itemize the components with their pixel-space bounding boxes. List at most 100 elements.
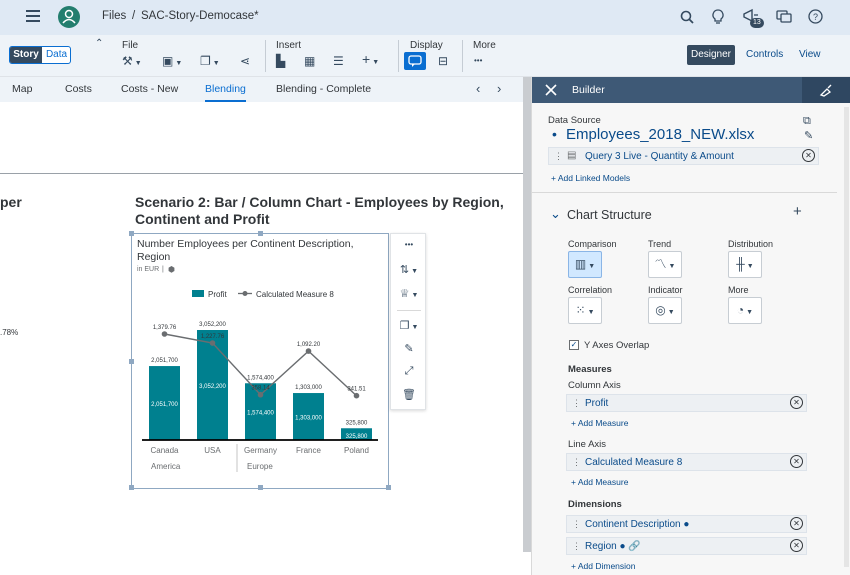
data-mode-button[interactable]: Data — [42, 47, 70, 63]
dimension-label: Region ● 🔗 — [585, 541, 641, 552]
edit-source-icon[interactable]: ✎ — [804, 129, 813, 142]
resize-handle[interactable] — [129, 485, 134, 490]
tab-scroll-left-icon[interactable]: ‹ — [476, 81, 480, 96]
scenario-title-line1: Scenario 2: Bar / Column Chart - Employe… — [135, 194, 504, 210]
bar-value-label: 3,052,200 — [199, 322, 226, 328]
canvas-scrollbar[interactable] — [523, 77, 531, 552]
more-chart-button[interactable]: ◔ ▼ — [728, 297, 762, 324]
query-token[interactable]: ⋮ ▤ Query 3 Live - Quantity & Amount ✕ — [548, 147, 819, 165]
line-point-poland — [353, 392, 360, 399]
share-icon[interactable]: ⋖ — [240, 54, 250, 68]
tab-costs[interactable]: Costs — [65, 83, 92, 95]
line-axis-token[interactable]: ⋮ Calculated Measure 8 ✕ — [566, 453, 807, 471]
dimension-token-region[interactable]: ⋮ Region ● 🔗 ✕ — [566, 537, 807, 555]
y-axes-overlap-checkbox[interactable]: ✓ — [569, 340, 579, 350]
column-axis-value: Profit — [585, 398, 609, 409]
chart-structure-heading[interactable]: Chart Structure — [567, 208, 652, 222]
resize-handle[interactable] — [386, 485, 391, 490]
story-title: SAC-Story-Democase* — [141, 10, 259, 22]
add-structure-icon[interactable]: + — [793, 203, 802, 220]
drag-handle-icon[interactable]: ⋮ — [572, 519, 581, 530]
category-correlation-label: Correlation — [568, 285, 613, 295]
delete-icon[interactable]: 🗑 — [391, 388, 427, 401]
dimension-label: Continent Description ● — [585, 519, 690, 530]
linked-models-icon[interactable]: ⧉ — [803, 115, 811, 128]
line-value-label: 341.51 — [347, 387, 366, 393]
drag-handle-icon[interactable]: ⋮ — [572, 541, 581, 552]
view-button[interactable]: View — [799, 49, 821, 60]
tab-blending-complete[interactable]: Blending - Complete — [276, 83, 371, 95]
remove-dimension-icon[interactable]: ✕ — [790, 539, 803, 552]
remove-measure-icon[interactable]: ✕ — [790, 396, 803, 409]
lightbulb-icon[interactable] — [712, 9, 724, 25]
section-divider — [0, 173, 523, 174]
drag-handle-icon[interactable]: ⋮ — [572, 398, 581, 409]
tab-costs-new[interactable]: Costs - New — [121, 83, 178, 95]
left-widget-value-fragment: .78% — [0, 328, 19, 337]
insert-filter-icon[interactable]: ☰ — [333, 54, 344, 68]
notifications-button[interactable]: 13 — [742, 8, 766, 30]
resize-handle[interactable] — [129, 359, 134, 364]
save-icon[interactable]: ▣ ▼ — [162, 54, 182, 68]
resize-handle[interactable] — [129, 231, 134, 236]
comparison-chart-button[interactable]: ▥ ▼ — [568, 251, 602, 278]
story-mode-button[interactable]: Story — [10, 47, 42, 63]
legend-label-profit: Profit — [208, 290, 227, 299]
column-axis-token[interactable]: ⋮ Profit ✕ — [566, 394, 807, 412]
chat-icon[interactable] — [776, 10, 792, 24]
copy-widget-icon[interactable]: ❐ ▼ — [391, 319, 427, 332]
widget-unit: in EUR — [137, 266, 160, 273]
tab-map[interactable]: Map — [12, 83, 32, 95]
sort-icon[interactable]: ⇅ ▼ — [391, 263, 427, 276]
controls-button[interactable]: Controls — [746, 49, 783, 60]
builder-scrollbar[interactable] — [844, 107, 849, 567]
resize-handle[interactable] — [258, 231, 263, 236]
add-comment-icon[interactable]: ✎ — [391, 342, 427, 355]
bar-inner-label: 1,574,400 — [247, 411, 274, 417]
page-tab-bar: Map Costs Costs - New Blending Blending … — [0, 77, 531, 102]
plus-icon: + — [551, 173, 558, 183]
add-measure-link[interactable]: + Add Measure — [571, 477, 628, 487]
distribution-chart-button[interactable]: ╫ ▼ — [728, 251, 762, 278]
hamburger-icon[interactable] — [26, 10, 40, 22]
data-source-name[interactable]: Employees_2018_NEW.xlsx — [566, 126, 754, 143]
more-actions-icon[interactable]: ••• — [391, 240, 427, 249]
add-dimension-link[interactable]: + Add Dimension — [571, 561, 636, 571]
drag-handle-icon[interactable]: ⋮ — [554, 151, 563, 162]
widget-title-line2: Region — [137, 251, 171, 263]
insert-chart-icon[interactable]: ▙ — [276, 54, 285, 68]
remove-measure-icon[interactable]: ✕ — [790, 455, 803, 468]
remove-query-icon[interactable]: ✕ — [802, 149, 815, 162]
fullscreen-icon[interactable]: ⤢ — [391, 365, 427, 378]
files-link[interactable]: Files — [102, 10, 126, 22]
search-icon[interactable] — [680, 10, 694, 24]
drag-handle-icon[interactable]: ⋮ — [572, 457, 581, 468]
collapse-toolbar-icon[interactable]: ⌃ — [95, 38, 103, 49]
ranking-icon[interactable]: ♕ ▼ — [391, 287, 427, 300]
designer-button[interactable]: Designer — [687, 45, 735, 65]
tab-blending[interactable]: Blending — [205, 83, 246, 102]
collapse-chevron-icon[interactable]: ⌄ — [550, 206, 561, 222]
tools-icon[interactable]: ⚒ ▼ — [122, 54, 142, 68]
layout-icon[interactable]: ⊟ — [438, 54, 448, 68]
help-icon[interactable]: ? — [808, 9, 823, 24]
tab-scroll-right-icon[interactable]: › — [497, 81, 501, 96]
trend-chart-button[interactable]: 〽 ▼ — [648, 251, 682, 278]
line-axis-value: Calculated Measure 8 — [585, 457, 683, 468]
dimension-token-continent[interactable]: ⋮ Continent Description ● ✕ — [566, 515, 807, 533]
user-avatar[interactable] — [58, 6, 80, 28]
add-linked-models-link[interactable]: + Add Linked Models — [551, 173, 630, 183]
remove-dimension-icon[interactable]: ✕ — [790, 517, 803, 530]
copy-icon[interactable]: ❐ ▼ — [200, 54, 220, 68]
resize-handle[interactable] — [258, 485, 263, 490]
chart-widget[interactable]: Number Employees per Continent Descripti… — [129, 231, 391, 490]
more-options-icon[interactable]: ••• — [474, 56, 482, 65]
add-measure-link[interactable]: + Add Measure — [571, 418, 628, 428]
widget-title-line1: Number Employees per Continent Descripti… — [137, 238, 354, 250]
styling-tab[interactable] — [802, 77, 850, 103]
indicator-chart-button[interactable]: ◎ ▼ — [648, 297, 682, 324]
correlation-chart-button[interactable]: ⁙ ▼ — [568, 297, 602, 324]
insert-table-icon[interactable]: ▦ — [304, 54, 315, 68]
insert-more-icon[interactable]: + ▼ — [362, 51, 379, 67]
comment-mode-button[interactable] — [404, 52, 426, 70]
